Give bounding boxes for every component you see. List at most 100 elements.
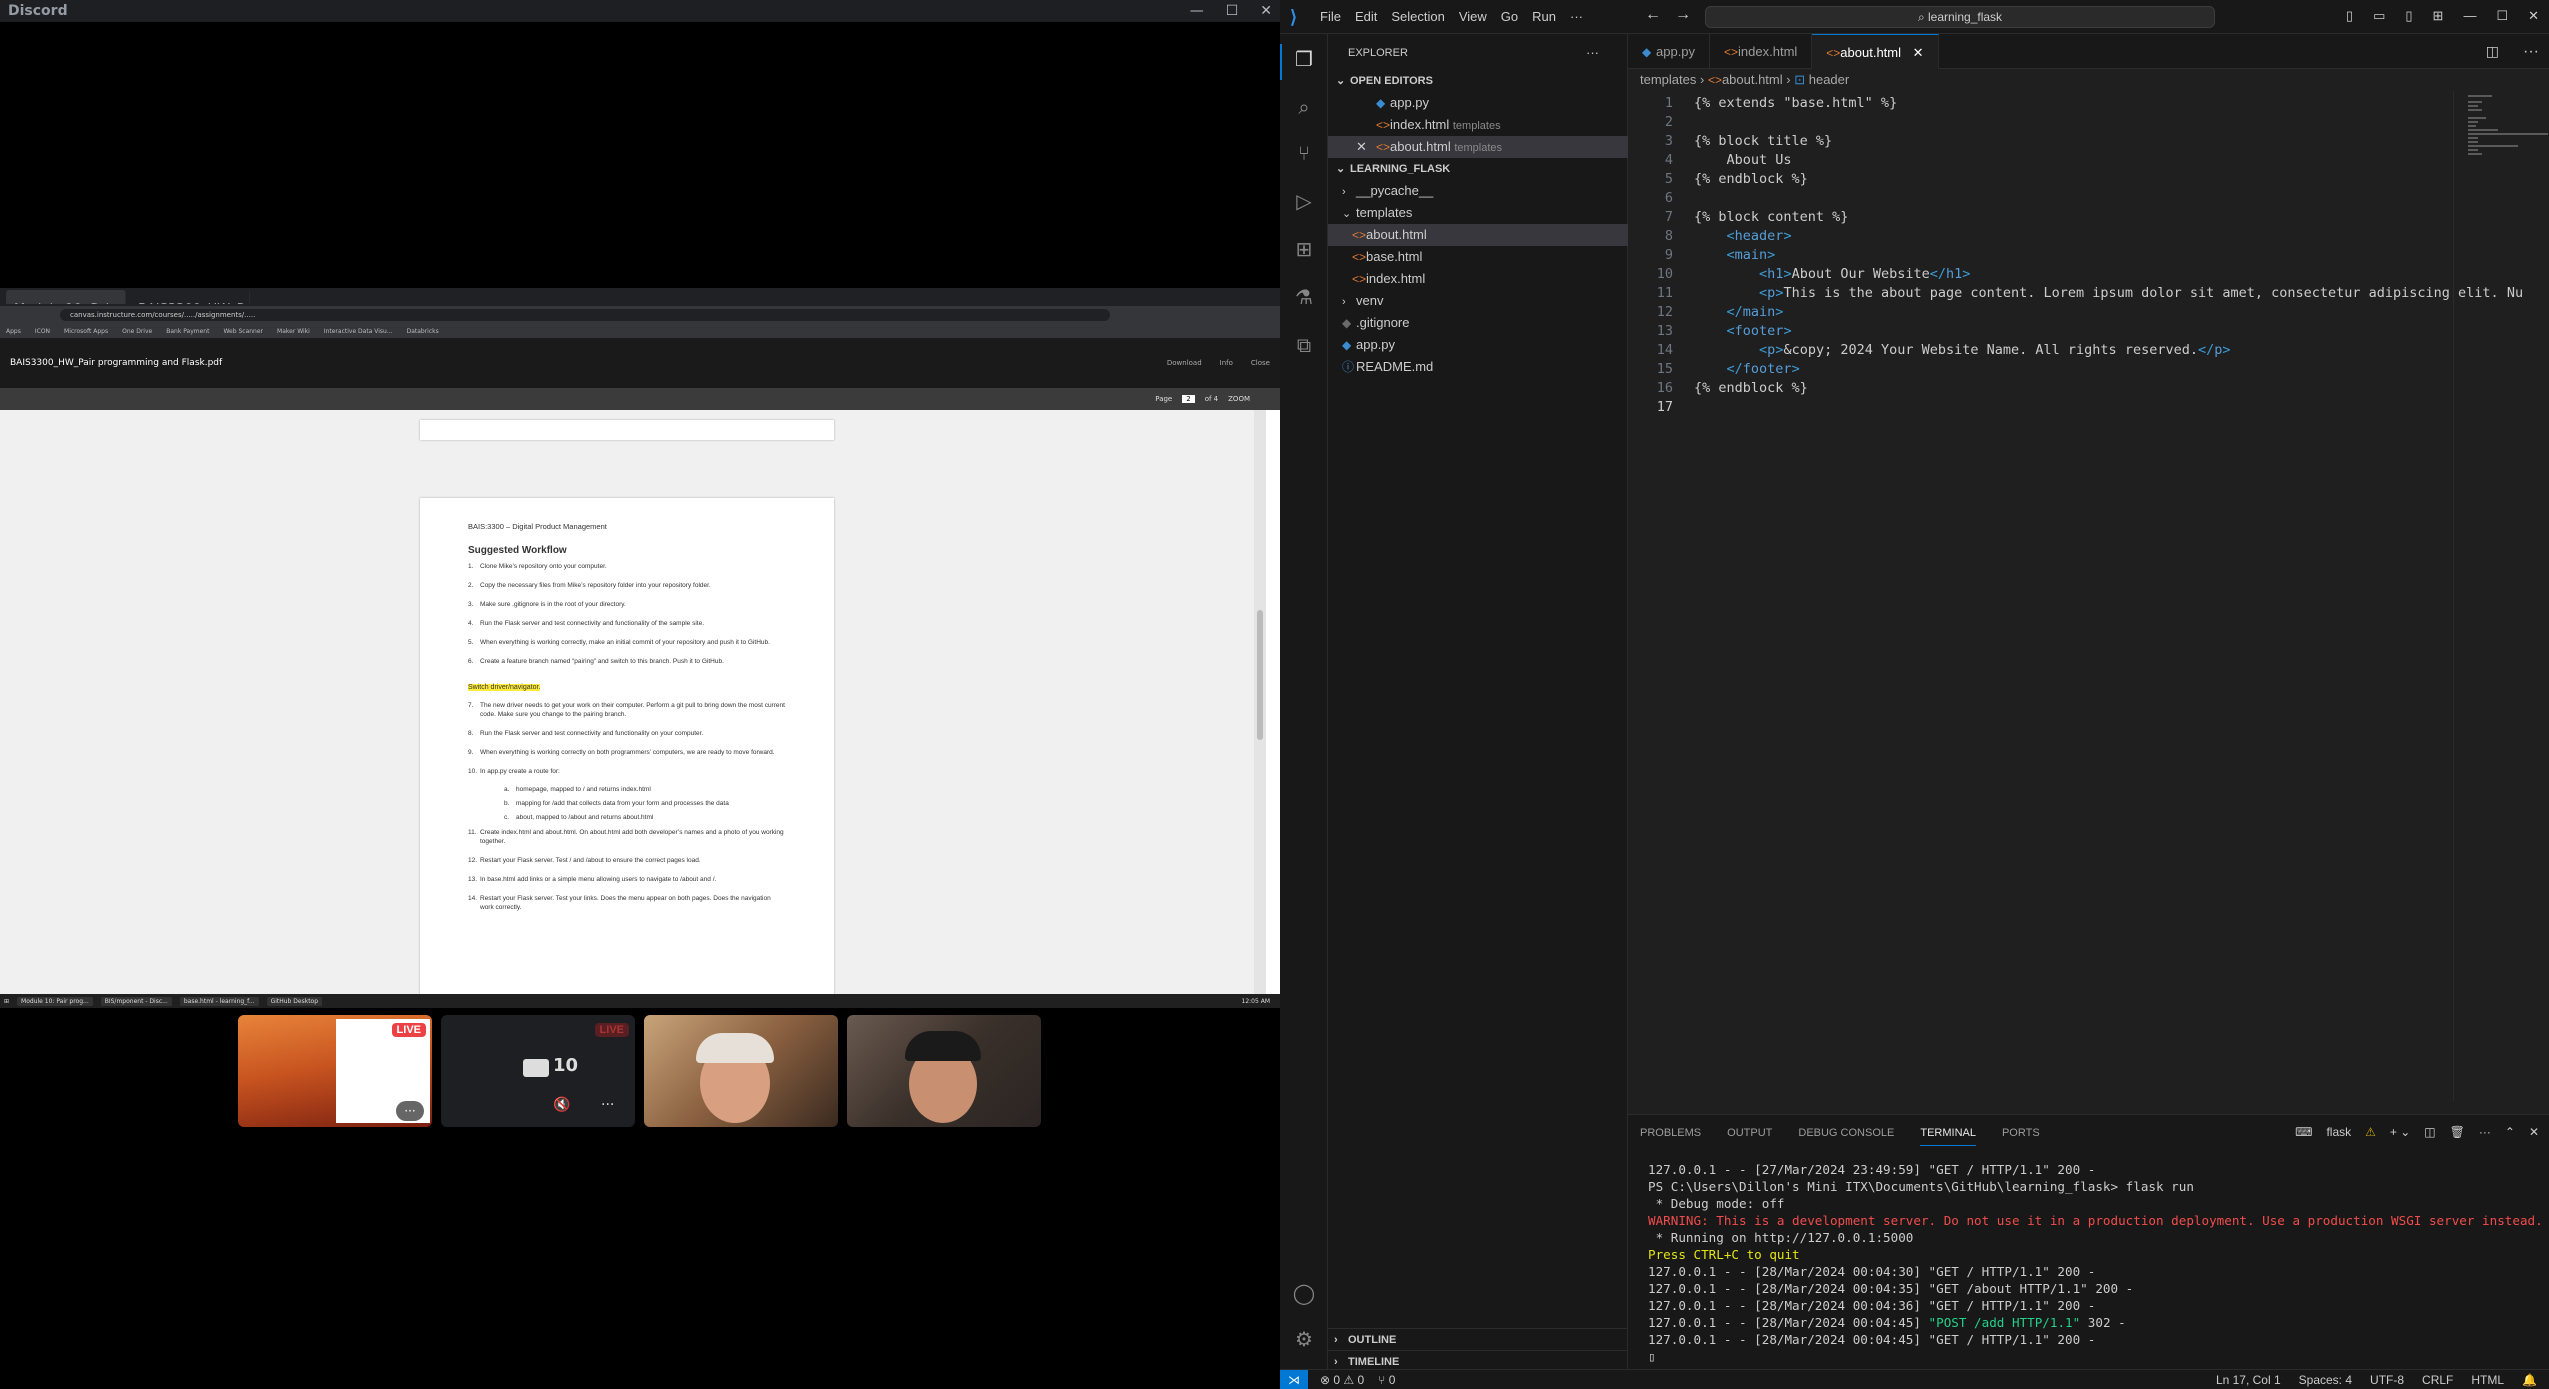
- tree-folder[interactable]: ⌄ templates: [1328, 202, 1628, 224]
- close-icon[interactable]: ✕: [1356, 136, 1376, 158]
- bookmark[interactable]: Apps: [6, 328, 21, 335]
- tab-about-html[interactable]: <>about.html ✕: [1812, 34, 1939, 69]
- tree-file[interactable]: <>base.html: [1328, 246, 1628, 268]
- project-header[interactable]: ⌄ LEARNING_FLASK: [1328, 158, 1628, 180]
- more-actions-icon[interactable]: ···: [2479, 1125, 2491, 1139]
- url-field[interactable]: canvas.instructure.com/courses/...../ass…: [60, 309, 1110, 321]
- bookmark[interactable]: Maker Wiki: [277, 328, 310, 335]
- bookmark[interactable]: Databricks: [407, 328, 439, 335]
- account-icon[interactable]: ◯: [1292, 1282, 1316, 1306]
- command-center-search[interactable]: ⌕ learning_flask: [1705, 6, 2215, 28]
- explorer-icon[interactable]: ❐: [1292, 48, 1316, 72]
- minimize-button[interactable]: —: [1190, 3, 1204, 19]
- run-debug-icon[interactable]: ▷: [1292, 190, 1316, 214]
- screen-share-stream[interactable]: Module 10: Pair programming BAIS3300_HW_…: [0, 288, 1280, 1008]
- info-link[interactable]: Info: [1220, 359, 1233, 367]
- terminal-output[interactable]: 127.0.0.1 - - [27/Mar/2024 23:49:59] "GE…: [1648, 1161, 2548, 1371]
- menu-go[interactable]: Go: [1501, 9, 1518, 24]
- minimap[interactable]: [2453, 91, 2549, 1101]
- bookmark[interactable]: Microsoft Apps: [64, 328, 108, 335]
- menu-more[interactable]: ···: [1570, 9, 1583, 24]
- split-terminal-icon[interactable]: ◫: [2424, 1125, 2435, 1139]
- remote-explorer-icon[interactable]: ⧉: [1292, 334, 1316, 358]
- settings-gear-icon[interactable]: ⚙: [1292, 1328, 1316, 1352]
- bookmark[interactable]: Bank Payment: [166, 328, 209, 335]
- close-link[interactable]: Close: [1251, 359, 1270, 367]
- terminal-name[interactable]: flask: [2326, 1125, 2351, 1139]
- speaker-muted-icon[interactable]: 🔇: [553, 1097, 570, 1113]
- close-icon[interactable]: ✕: [2529, 1125, 2539, 1139]
- tree-folder[interactable]: › venv: [1328, 290, 1628, 312]
- more-actions-icon[interactable]: ···: [1586, 42, 1616, 64]
- encoding[interactable]: UTF-8: [2370, 1373, 2404, 1387]
- page-number[interactable]: 2: [1182, 395, 1195, 403]
- customize-layout-icon[interactable]: ⊞: [2433, 8, 2444, 24]
- problems-count[interactable]: ⊗ 0 ⚠ 0: [1320, 1373, 1364, 1387]
- tab-app-py[interactable]: ◆ app.py: [1628, 34, 1711, 69]
- toggle-sidebar-icon[interactable]: ▯: [2346, 8, 2353, 24]
- participant-tile-stream[interactable]: LIVE ···: [238, 1015, 432, 1127]
- browser-tab[interactable]: Module 10: Pair programming: [6, 290, 126, 304]
- open-editor-item-active[interactable]: ✕ <>about.html templates: [1328, 136, 1628, 158]
- tree-file[interactable]: ◆ app.py: [1328, 334, 1628, 356]
- tree-file-active[interactable]: <>about.html: [1328, 224, 1628, 246]
- menu-edit[interactable]: Edit: [1355, 9, 1377, 24]
- notifications-icon[interactable]: 🔔: [2522, 1373, 2537, 1387]
- taskbar-item[interactable]: GitHub Desktop: [266, 996, 323, 1006]
- remote-icon[interactable]: ⋊: [1280, 1369, 1308, 1389]
- toggle-panel-icon[interactable]: ▭: [2373, 8, 2385, 24]
- tab-terminal[interactable]: TERMINAL: [1920, 1127, 1976, 1146]
- ports-count[interactable]: ⑂ 0: [1378, 1373, 1395, 1387]
- participant-tile-muted[interactable]: LIVE 10 🔇 ···: [441, 1015, 635, 1127]
- menu-file[interactable]: File: [1320, 9, 1341, 24]
- menu-run[interactable]: Run: [1532, 9, 1556, 24]
- taskbar-item[interactable]: Module 10: Pair prog...: [17, 996, 93, 1006]
- code-editor[interactable]: 1 {% extends "base.html" %} 2 3 {% block tit…: [1628, 91, 2523, 1101]
- windows-start-icon[interactable]: ⊞: [4, 998, 9, 1005]
- taskbar-item[interactable]: BIS/mponent - Disc...: [100, 996, 172, 1006]
- maximize-button[interactable]: ☐: [2496, 8, 2508, 24]
- menu-view[interactable]: View: [1459, 9, 1487, 24]
- menu-selection[interactable]: Selection: [1391, 9, 1444, 24]
- browser-tab[interactable]: BAIS3300_HW_Pair programm...: [130, 290, 250, 304]
- source-control-icon[interactable]: ⑂: [1292, 142, 1316, 166]
- breadcrumb-item[interactable]: about.html: [1722, 72, 1783, 87]
- participant-tile-webcam[interactable]: [644, 1015, 838, 1127]
- pdf-scrollbar[interactable]: [1254, 410, 1266, 1008]
- search-icon[interactable]: ⌕: [1292, 96, 1316, 120]
- tab-output[interactable]: OUTPUT: [1727, 1127, 1772, 1139]
- close-button[interactable]: ✕: [1260, 3, 1272, 19]
- breadcrumb-item[interactable]: templates: [1640, 72, 1696, 87]
- cursor-position[interactable]: Ln 17, Col 1: [2216, 1373, 2281, 1387]
- extensions-icon[interactable]: ⊞: [1292, 238, 1316, 262]
- tab-debug-console[interactable]: DEBUG CONSOLE: [1798, 1127, 1894, 1139]
- tree-file[interactable]: ◆ .gitignore: [1328, 312, 1628, 334]
- tree-folder[interactable]: › __pycache__: [1328, 180, 1628, 202]
- bookmark[interactable]: Interactive Data Visu...: [324, 328, 393, 335]
- download-link[interactable]: Download: [1167, 359, 1202, 367]
- more-options-icon[interactable]: ···: [601, 1097, 614, 1113]
- tree-file[interactable]: <>index.html: [1328, 268, 1628, 290]
- language-mode[interactable]: HTML: [2471, 1373, 2504, 1387]
- nav-arrows[interactable]: ←→: [1645, 6, 1705, 24]
- tree-file[interactable]: ⓘ README.md: [1328, 356, 1628, 378]
- tab-ports[interactable]: PORTS: [2002, 1127, 2040, 1139]
- bookmark[interactable]: Web Scanner: [223, 328, 263, 335]
- tab-problems[interactable]: PROBLEMS: [1640, 1127, 1701, 1139]
- maximize-button[interactable]: ☐: [1226, 3, 1239, 19]
- new-terminal-icon[interactable]: + ⌄: [2390, 1125, 2410, 1139]
- close-button[interactable]: ✕: [2528, 8, 2539, 24]
- more-options-icon[interactable]: ···: [396, 1101, 424, 1121]
- outline-section[interactable]: › OUTLINE: [1328, 1328, 1628, 1350]
- toggle-secondary-sidebar-icon[interactable]: ▯: [2405, 8, 2412, 24]
- minimize-button[interactable]: —: [2463, 8, 2476, 24]
- line-endings[interactable]: CRLF: [2422, 1373, 2453, 1387]
- bookmark[interactable]: ICON: [35, 328, 50, 335]
- tab-index-html[interactable]: <>index.html: [1710, 34, 1813, 69]
- maximize-panel-icon[interactable]: ⌃: [2505, 1125, 2515, 1139]
- trash-icon[interactable]: 🗑: [2450, 1125, 2465, 1139]
- split-editor-icon[interactable]: ◫: [2472, 34, 2513, 68]
- open-editor-item[interactable]: <>index.html templates: [1328, 114, 1628, 136]
- indentation[interactable]: Spaces: 4: [2299, 1373, 2352, 1387]
- more-actions-icon[interactable]: ···: [2513, 34, 2549, 68]
